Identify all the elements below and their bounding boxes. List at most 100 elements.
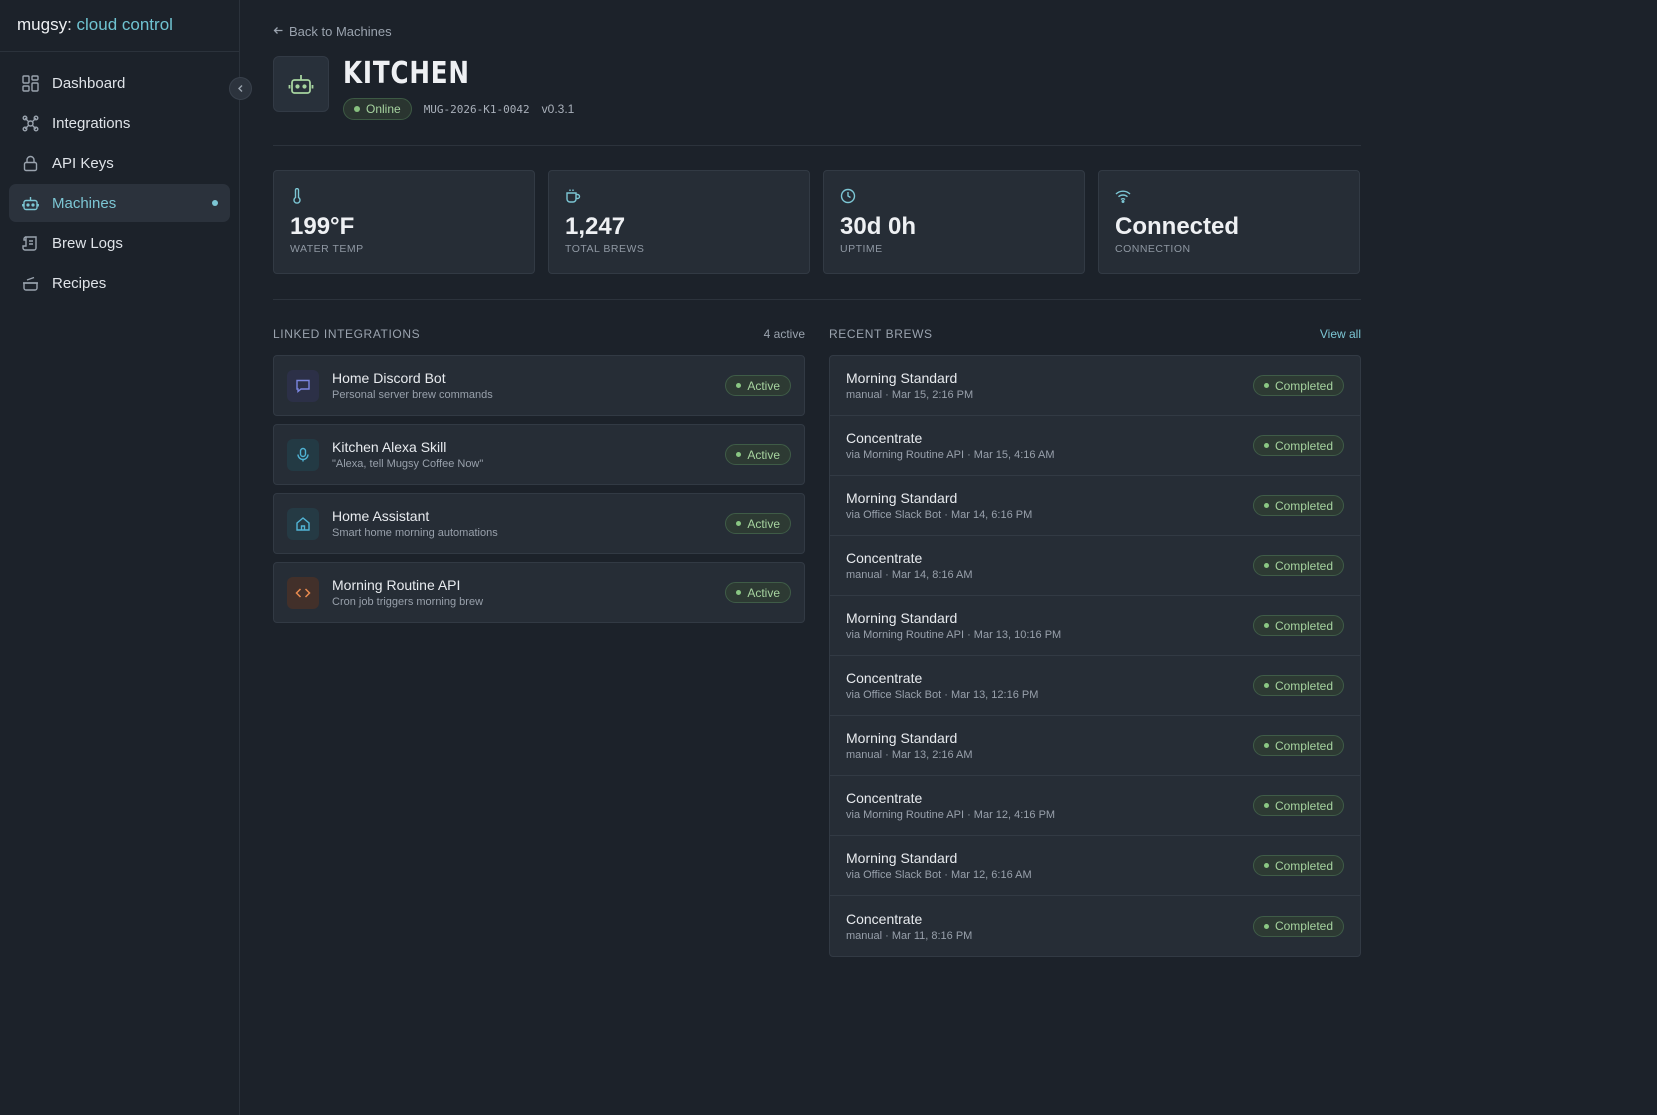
back-link-label: Back to Machines: [289, 24, 392, 39]
status-badge: Active: [725, 375, 791, 396]
stat-card-connection: Connected CONNECTION: [1098, 170, 1360, 274]
status-dot: [354, 106, 360, 112]
clock-icon: [840, 187, 1068, 205]
coffee-cup-icon: [565, 187, 793, 205]
robot-icon: [21, 194, 39, 212]
sidebar-collapse-button[interactable]: [229, 77, 252, 100]
integration-description: Personal server brew commands: [332, 389, 493, 401]
brew-name: Concentrate: [846, 790, 923, 806]
sidebar-item-brew-logs[interactable]: Brew Logs: [9, 224, 230, 262]
sidebar-item-label: Dashboard: [52, 74, 126, 92]
main-content: Back to Machines KITCHEN Online MUG-2026…: [240, 0, 1657, 1115]
sidebar-item-dashboard[interactable]: Dashboard: [9, 64, 230, 102]
status-badge: Online: [343, 98, 412, 120]
sidebar-item-recipes[interactable]: Recipes: [9, 264, 230, 302]
status-label: Completed: [1274, 738, 1333, 753]
status-badge: Completed: [1252, 555, 1344, 576]
brew-name: Morning Standard: [846, 610, 958, 626]
recent-brews-section: RECENT BREWS View all Morning Standard ma…: [829, 325, 1361, 957]
status-badge: Completed: [1252, 675, 1344, 696]
status-badge: Completed: [1252, 615, 1344, 636]
brew-name: Morning Standard: [846, 850, 958, 866]
brew-name: Concentrate: [846, 430, 923, 446]
home-icon: [287, 507, 319, 540]
active-indicator-dot: [212, 200, 218, 206]
stat-value: 1,247: [565, 213, 626, 240]
brew-meta: via Office Slack Bot · Mar 12, 6:16 AM: [846, 869, 1032, 881]
integration-card-alexa[interactable]: Kitchen Alexa Skill "Alexa, tell Mugsy C…: [273, 424, 805, 485]
brew-row[interactable]: Concentrate via Morning Routine API · Mar…: [830, 776, 1360, 836]
stat-value: Connected: [1115, 213, 1240, 240]
stats-row: 199°F WATER TEMP 1,247 TOTAL BREWS 30d 0…: [273, 170, 1361, 300]
stat-value: 199°F: [290, 213, 355, 240]
brew-meta: via Office Slack Bot · Mar 13, 12:16 PM: [846, 689, 1039, 701]
status-badge: Active: [725, 513, 791, 534]
machine-header: KITCHEN Online MUG-2026-K1-0042 v0.3.1: [273, 56, 1361, 146]
stat-card-water-temp: 199°F WATER TEMP: [273, 170, 535, 274]
brew-meta: via Office Slack Bot · Mar 14, 6:16 PM: [846, 509, 1033, 521]
sidebar-item-label: Integrations: [52, 114, 131, 132]
brew-meta: manual · Mar 15, 2:16 PM: [846, 389, 974, 401]
status-label: Completed: [1274, 858, 1333, 873]
status-badge: Completed: [1252, 435, 1344, 456]
brew-name: Concentrate: [846, 910, 923, 927]
serial-number: MUG-2026-K1-0042: [423, 102, 530, 116]
status-label: Completed: [1274, 678, 1333, 693]
status-label: Completed: [1274, 378, 1333, 393]
wifi-icon: [1115, 187, 1343, 205]
sidebar-item-api-keys[interactable]: API Keys: [9, 144, 230, 182]
status-badge: Completed: [1252, 795, 1344, 816]
app-root: mugsy: cloud control Dashboard Integrati…: [0, 0, 1657, 1115]
status-label: Completed: [1274, 498, 1333, 513]
sidebar-item-label: Brew Logs: [52, 234, 123, 252]
stat-label: UPTIME: [840, 243, 883, 255]
firmware-version: v0.3.1: [541, 102, 575, 116]
status-label: Completed: [1274, 798, 1333, 813]
status-badge: Completed: [1252, 375, 1344, 396]
integration-card-morning-routine-api[interactable]: Morning Routine API Cron job triggers mo…: [273, 562, 805, 623]
brew-row[interactable]: Concentrate via Office Slack Bot · Mar 13…: [830, 656, 1360, 716]
sidebar-item-integrations[interactable]: Integrations: [9, 104, 230, 142]
status-label: Completed: [1274, 438, 1333, 453]
linked-integrations-section: LINKED INTEGRATIONS 4 active Home Discor…: [273, 325, 805, 957]
brew-row[interactable]: Concentrate manual · Mar 14, 8:16 AM Compl…: [830, 536, 1360, 596]
status-badge: Completed: [1252, 495, 1344, 516]
status-badge: Completed: [1252, 855, 1344, 876]
brew-name: Concentrate: [846, 550, 923, 566]
brew-name: Morning Standard: [846, 730, 958, 746]
sidebar-nav: Dashboard Integrations API Keys Machines: [0, 52, 239, 316]
brew-list: Morning Standard manual · Mar 15, 2:16 PM…: [829, 355, 1361, 957]
brew-row[interactable]: Concentrate manual · Mar 11, 8:16 PM Compl…: [830, 896, 1360, 956]
brew-row[interactable]: Morning Standard manual · Mar 13, 2:16 AM…: [830, 716, 1360, 776]
integration-card-home-assistant[interactable]: Home Assistant Smart home morning automa…: [273, 493, 805, 554]
integration-name: Home Discord Bot: [332, 370, 446, 386]
integration-description: "Alexa, tell Mugsy Coffee Now": [332, 458, 484, 470]
brew-row[interactable]: Morning Standard via Morning Routine API …: [830, 596, 1360, 656]
status-label: Active: [747, 378, 780, 393]
status-badge: Completed: [1252, 735, 1344, 756]
brew-row[interactable]: Concentrate via Morning Routine API · Mar…: [830, 416, 1360, 476]
status-label: Active: [747, 447, 780, 462]
brew-meta: manual · Mar 11, 8:16 PM: [846, 929, 973, 942]
integration-card-discord[interactable]: Home Discord Bot Personal server brew co…: [273, 355, 805, 416]
dashboard-icon: [21, 74, 39, 92]
brew-meta: manual · Mar 14, 8:16 AM: [846, 569, 973, 581]
brew-row[interactable]: Morning Standard via Office Slack Bot · M…: [830, 836, 1360, 896]
view-all-link[interactable]: View all: [1320, 327, 1361, 341]
brew-row[interactable]: Morning Standard manual · Mar 15, 2:16 PM…: [830, 356, 1360, 416]
brand-logo[interactable]: mugsy: cloud control: [0, 0, 239, 52]
stat-label: TOTAL BREWS: [565, 243, 645, 255]
sidebar-item-machines[interactable]: Machines: [9, 184, 230, 222]
integration-name: Kitchen Alexa Skill: [332, 439, 447, 455]
microphone-icon: [287, 438, 319, 471]
integration-name: Home Assistant: [332, 508, 430, 524]
robot-icon: [273, 56, 329, 112]
brew-row[interactable]: Morning Standard via Office Slack Bot · M…: [830, 476, 1360, 536]
brand-prefix: mugsy:: [17, 15, 72, 34]
back-to-machines-link[interactable]: Back to Machines: [273, 24, 392, 39]
section-title: LINKED INTEGRATIONS: [273, 327, 421, 341]
brew-name: Morning Standard: [846, 490, 958, 506]
arrow-left-icon: [273, 24, 284, 39]
pot-icon: [21, 274, 39, 292]
sidebar-item-label: API Keys: [52, 154, 114, 172]
